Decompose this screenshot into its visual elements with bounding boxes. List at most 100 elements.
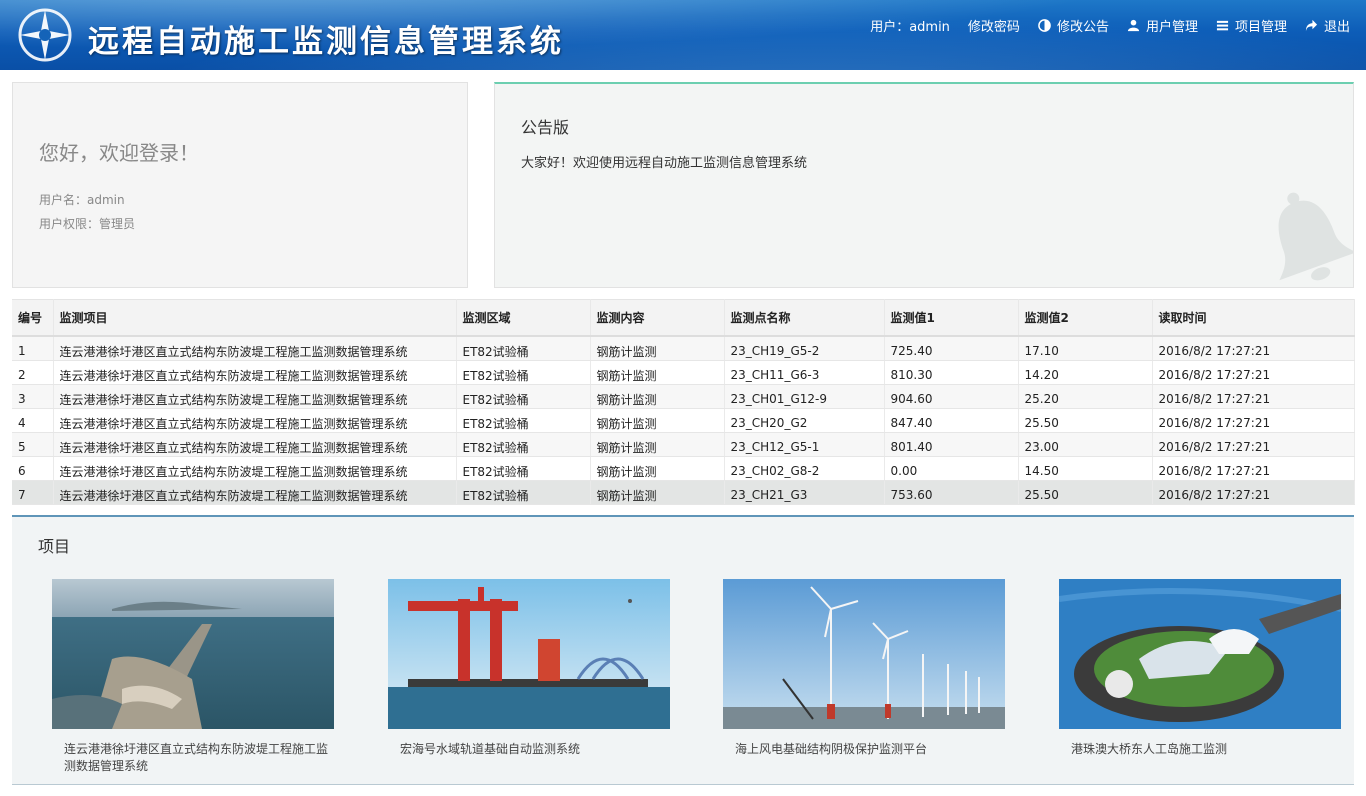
column-header: 读取时间	[1152, 299, 1355, 337]
table-cell: 连云港港徐圩港区直立式结构东防波堤工程施工监测数据管理系统	[53, 335, 457, 361]
notice-text: 大家好！欢迎使用远程自动施工监测信息管理系统	[521, 156, 808, 171]
table-cell: 847.40	[884, 408, 1019, 433]
project-image-crane-pier[interactable]	[388, 579, 670, 729]
table-cell: ET82试验桶	[456, 335, 591, 361]
table-cell: 810.30	[884, 360, 1019, 385]
table-header-row: 编号 监测项目 监测区域 监测内容 监测点名称 监测值1 监测值2 读取时间	[12, 299, 1355, 337]
table-cell: 2016/8/2 17:27:21	[1152, 384, 1355, 409]
table-cell: 2016/8/2 17:27:21	[1152, 456, 1355, 481]
table-cell: 0.00	[884, 456, 1019, 481]
column-header: 监测点名称	[724, 299, 885, 337]
table-cell: 连云港港徐圩港区直立式结构东防波堤工程施工监测数据管理系统	[53, 480, 457, 505]
table-cell: 25.20	[1018, 384, 1153, 409]
table-row[interactable]: 3 连云港港徐圩港区直立式结构东防波堤工程施工监测数据管理系统 ET82试验桶 …	[12, 384, 1355, 409]
welcome-greeting: 您好，欢迎登录！	[39, 141, 199, 165]
table-cell: 5	[12, 432, 54, 457]
change-password-label: 修改密码	[967, 20, 1020, 35]
table-cell: 2016/8/2 17:27:21	[1152, 360, 1355, 385]
table-cell: 钢筋计监测	[590, 384, 725, 409]
projects-title: 项目	[38, 537, 71, 556]
column-header: 监测区域	[456, 299, 591, 337]
table-cell: 钢筋计监测	[590, 408, 725, 433]
project-image-artificial-island[interactable]	[1059, 579, 1341, 729]
project-manage-label: 项目管理	[1234, 20, 1287, 35]
table-cell: 1	[12, 335, 54, 361]
project-image-wind-farm[interactable]	[723, 579, 1005, 729]
bell-icon	[1278, 192, 1353, 281]
table-cell: 2	[12, 360, 54, 385]
table-cell: 23_CH11_G6-3	[724, 360, 885, 385]
user-manage-link[interactable]: 用户管理	[1127, 16, 1198, 35]
edit-notice-label: 修改公告	[1056, 20, 1109, 35]
table-cell: 2016/8/2 17:27:21	[1152, 408, 1355, 433]
contrast-icon	[1038, 19, 1051, 32]
table-cell: 钢筋计监测	[590, 360, 725, 385]
table-row[interactable]: 6 连云港港徐圩港区直立式结构东防波堤工程施工监测数据管理系统 ET82试验桶 …	[12, 456, 1355, 481]
table-row[interactable]: 1 连云港港徐圩港区直立式结构东防波堤工程施工监测数据管理系统 ET82试验桶 …	[12, 335, 1355, 361]
table-cell: ET82试验桶	[456, 360, 591, 385]
project-caption[interactable]: 港珠澳大桥东人工岛施工监测	[1059, 741, 1341, 758]
table-cell: 904.60	[884, 384, 1019, 409]
table-cell: 连云港港徐圩港区直立式结构东防波堤工程施工监测数据管理系统	[53, 456, 457, 481]
logo-icon	[18, 8, 72, 62]
change-password-link[interactable]: 修改密码	[968, 16, 1020, 35]
column-header: 监测内容	[590, 299, 725, 337]
table-row[interactable]: 2 连云港港徐圩港区直立式结构东防波堤工程施工监测数据管理系统 ET82试验桶 …	[12, 360, 1355, 385]
table-cell: ET82试验桶	[456, 480, 591, 505]
table-cell: 23_CH01_G12-9	[724, 384, 885, 409]
column-header: 监测项目	[53, 299, 457, 337]
table-cell: 23_CH02_G8-2	[724, 456, 885, 481]
notice-title: 公告版	[521, 118, 570, 137]
monitoring-data-table: 编号 监测项目 监测区域 监测内容 监测点名称 监测值1 监测值2 读取时间 1…	[12, 299, 1355, 505]
column-header: 监测值2	[1018, 299, 1153, 337]
project-caption[interactable]: 宏海号水域轨道基础自动监测系统	[388, 741, 670, 758]
share-arrow-icon	[1305, 19, 1318, 32]
table-cell: 25.50	[1018, 408, 1153, 433]
table-cell: 钢筋计监测	[590, 480, 725, 505]
project-caption[interactable]: 海上风电基础结构阴极保护监测平台	[723, 741, 1005, 758]
table-cell: 753.60	[884, 480, 1019, 505]
table-cell: 25.50	[1018, 480, 1153, 505]
table-row[interactable]: 7 连云港港徐圩港区直立式结构东防波堤工程施工监测数据管理系统 ET82试验桶 …	[12, 480, 1355, 505]
logout-link[interactable]: 退出	[1305, 16, 1350, 35]
table-cell: 2016/8/2 17:27:21	[1152, 432, 1355, 457]
table-cell: 连云港港徐圩港区直立式结构东防波堤工程施工监测数据管理系统	[53, 408, 457, 433]
table-cell: 钢筋计监测	[590, 456, 725, 481]
notice-panel: 公告版 大家好！欢迎使用远程自动施工监测信息管理系统	[494, 82, 1354, 288]
current-user-label: 用户：admin	[870, 20, 950, 35]
table-cell: 2016/8/2 17:27:21	[1152, 335, 1355, 361]
project-card[interactable]: 港珠澳大桥东人工岛施工监测	[1059, 579, 1341, 758]
table-cell: 连云港港徐圩港区直立式结构东防波堤工程施工监测数据管理系统	[53, 432, 457, 457]
top-header: 远程自动施工监测信息管理系统 用户：admin 修改密码 修改公告 用户管理 项…	[0, 0, 1366, 70]
edit-notice-link[interactable]: 修改公告	[1038, 16, 1109, 35]
table-row[interactable]: 5 连云港港徐圩港区直立式结构东防波堤工程施工监测数据管理系统 ET82试验桶 …	[12, 432, 1355, 457]
top-nav: 用户：admin 修改密码 修改公告 用户管理 项目管理 退出	[870, 16, 1350, 35]
table-cell: 23_CH12_G5-1	[724, 432, 885, 457]
list-icon	[1216, 20, 1229, 31]
project-manage-link[interactable]: 项目管理	[1216, 16, 1287, 35]
table-cell: 3	[12, 384, 54, 409]
user-manage-label: 用户管理	[1145, 20, 1198, 35]
table-cell: 14.50	[1018, 456, 1153, 481]
table-cell: 钢筋计监测	[590, 432, 725, 457]
table-cell: ET82试验桶	[456, 456, 591, 481]
table-cell: 钢筋计监测	[590, 335, 725, 361]
table-cell: 801.40	[884, 432, 1019, 457]
table-row[interactable]: 4 连云港港徐圩港区直立式结构东防波堤工程施工监测数据管理系统 ET82试验桶 …	[12, 408, 1355, 433]
table-cell: 6	[12, 456, 54, 481]
project-card[interactable]: 宏海号水域轨道基础自动监测系统	[388, 579, 670, 758]
table-cell: 14.20	[1018, 360, 1153, 385]
table-cell: 2016/8/2 17:27:21	[1152, 480, 1355, 505]
column-header: 编号	[12, 299, 54, 337]
column-header: 监测值1	[884, 299, 1019, 337]
welcome-username: 用户名：admin	[39, 193, 125, 207]
project-card[interactable]: 连云港港徐圩港区直立式结构东防波堤工程施工监测数据管理系统	[52, 579, 334, 775]
table-cell: 23.00	[1018, 432, 1153, 457]
project-caption[interactable]: 连云港港徐圩港区直立式结构东防波堤工程施工监测数据管理系统	[52, 741, 334, 775]
logout-label: 退出	[1323, 20, 1350, 35]
project-image-breakwater[interactable]	[52, 579, 334, 729]
table-cell: 4	[12, 408, 54, 433]
table-cell: 17.10	[1018, 335, 1153, 361]
project-card[interactable]: 海上风电基础结构阴极保护监测平台	[723, 579, 1005, 758]
welcome-role: 用户权限：管理员	[39, 217, 136, 231]
